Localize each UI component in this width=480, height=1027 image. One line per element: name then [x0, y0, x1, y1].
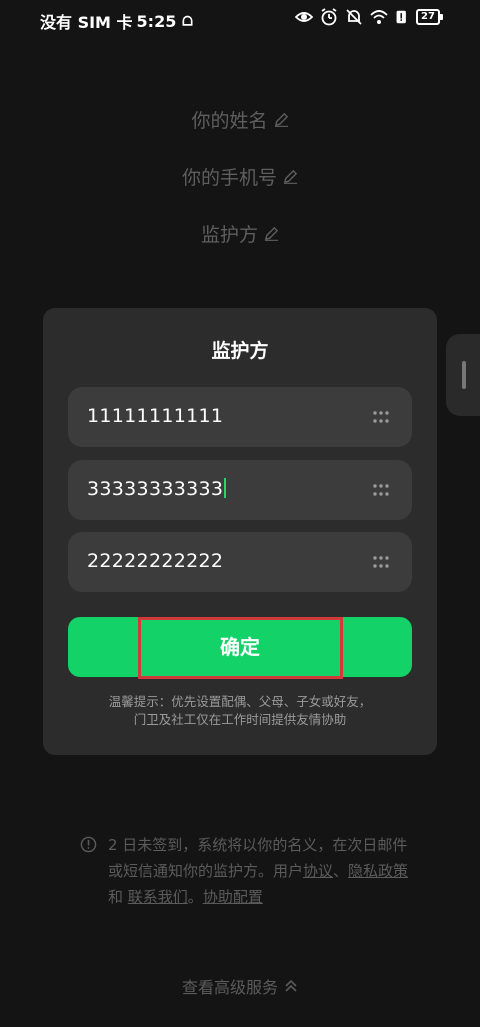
alert-icon — [396, 10, 406, 24]
guardian-phone-input-1[interactable]: 11111111111 — [68, 387, 412, 447]
notification-bell-icon — [182, 15, 193, 26]
notice-text: 2 日未签到，系统将以你的名义，在次日邮件或短信通知你的监护方。用户协议、隐私政… — [80, 832, 410, 910]
dialog-hint: 温馨提示：优先设置配偶、父母、子女或好友， 门卫及社工仅在工作时间提供友情协助 — [43, 693, 437, 729]
name-field[interactable]: 你的姓名 — [0, 106, 480, 133]
status-left: 没有 SIM 卡 5:25 — [40, 9, 195, 33]
chevron-up-icon — [285, 979, 297, 992]
name-label: 你的姓名 — [191, 110, 268, 132]
contact-us-link[interactable]: 联系我们 — [128, 888, 188, 906]
battery-icon: 27 — [416, 9, 443, 25]
hint-line-2: 门卫及社工仅在工作时间提供友情协助 — [133, 712, 347, 727]
notice: 2 日未签到，系统将以你的名义，在次日邮件或短信通知你的监护方。用户协议、隐私政… — [80, 832, 410, 910]
status-bar: 没有 SIM 卡 5:25 27 — [0, 0, 480, 38]
pencil-icon — [283, 169, 298, 184]
guardian-phone-text-2: 33333333333 — [87, 478, 224, 500]
pencil-icon — [264, 226, 279, 241]
guardian-phone-value-3: 22222222222 — [87, 550, 224, 572]
advanced-services-label: 查看高级服务 — [181, 978, 278, 997]
guardian-phone-value-1: 11111111111 — [87, 405, 224, 427]
hint-line-1: 温馨提示：优先设置配偶、父母、子女或好友， — [108, 694, 372, 709]
phone-label: 你的手机号 — [181, 167, 277, 189]
phone-field[interactable]: 你的手机号 — [0, 163, 480, 190]
drag-handle-icon[interactable] — [372, 555, 390, 569]
side-drawer-handle[interactable] — [446, 334, 480, 416]
carrier-text: 没有 SIM 卡 — [40, 13, 133, 32]
drag-handle-icon[interactable] — [372, 483, 390, 497]
guardian-phone-input-2[interactable]: 33333333333 — [68, 460, 412, 520]
guardian-phone-input-3[interactable]: 22222222222 — [68, 532, 412, 592]
drag-handle-icon[interactable] — [372, 410, 390, 424]
alarm-icon — [321, 8, 337, 26]
guardian-field[interactable]: 监护方 — [0, 220, 480, 247]
notice-sep-1: 、 — [333, 862, 349, 880]
guardian-label: 监护方 — [200, 224, 258, 246]
eye-icon — [295, 12, 313, 22]
clock-text: 5:25 — [136, 11, 177, 31]
agreement-link[interactable]: 协议 — [303, 862, 333, 880]
help-config-link[interactable]: 协助配置 — [203, 888, 263, 906]
notice-and: 和 — [108, 888, 128, 906]
guardian-dialog: 监护方 11111111111 33333333333 22222222222 … — [43, 308, 437, 755]
privacy-policy-link[interactable]: 隐私政策 — [348, 862, 408, 880]
highlight-box — [138, 617, 343, 679]
status-right: 27 — [295, 8, 443, 26]
info-icon — [80, 836, 97, 853]
advanced-services-link[interactable]: 查看高级服务 — [0, 974, 480, 998]
wifi-icon — [370, 10, 388, 24]
text-caret — [224, 478, 227, 498]
guardian-phone-value-2: 33333333333 — [87, 478, 227, 500]
notice-sep-2: 。 — [187, 888, 203, 906]
pencil-icon — [274, 112, 288, 127]
mute-icon — [346, 9, 362, 25]
handle-grip — [462, 361, 466, 389]
dialog-title: 监护方 — [211, 340, 269, 362]
